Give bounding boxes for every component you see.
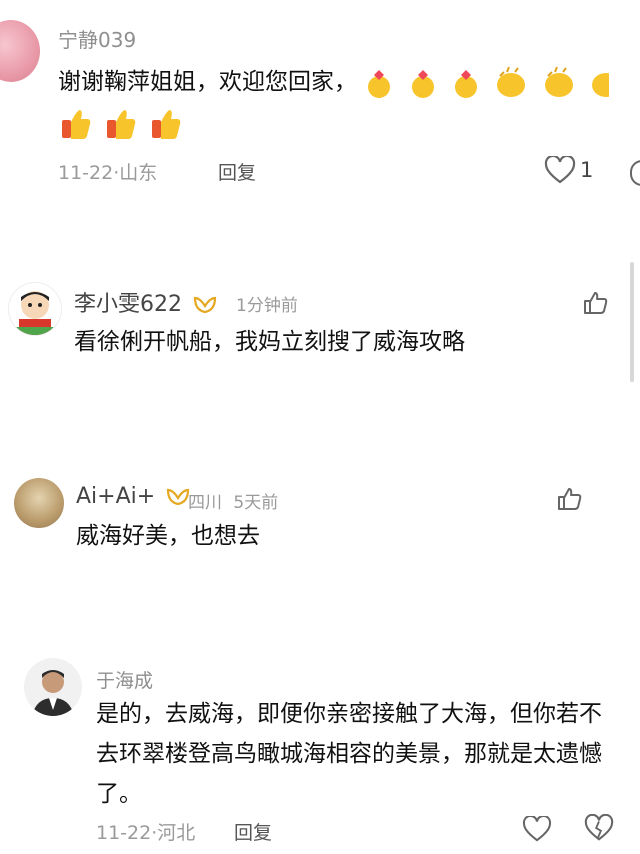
comment-meta: 11-22·山东 bbox=[58, 162, 158, 184]
comment-meta: 四川 5天前 bbox=[188, 488, 278, 513]
badge-icon bbox=[167, 488, 190, 506]
scrollbar[interactable] bbox=[630, 262, 634, 382]
clap-icon bbox=[544, 66, 573, 97]
broken-heart-icon bbox=[584, 813, 614, 841]
comment-3: Ai+Ai+ 四川 5天前 威海好美，也想去 bbox=[0, 470, 640, 580]
cartoon-avatar-icon bbox=[9, 291, 61, 335]
thumb-up-icon bbox=[584, 292, 608, 314]
heart-hands-icon bbox=[454, 69, 477, 98]
user-name[interactable]: 于海成 bbox=[96, 666, 153, 693]
comment-location: 河北 bbox=[157, 822, 196, 844]
comment-text: 威海好美，也想去 bbox=[76, 523, 260, 549]
heart-icon bbox=[522, 814, 552, 842]
comment-text-line1: 是的，去威海，即便你亲密接触了大海，但你若不 bbox=[96, 701, 602, 727]
like-button[interactable] bbox=[556, 486, 582, 516]
comment-text: 谢谢鞠萍姐姐，欢迎您回家， bbox=[58, 62, 640, 102]
comment-time: 1分钟前 bbox=[236, 296, 298, 316]
comment-2: 李小雯622 1分钟前 看徐俐开帆船，我妈立刻搜了威海攻略 bbox=[0, 270, 640, 380]
dislike-icon[interactable] bbox=[630, 160, 640, 186]
comment-date: 11-22 bbox=[58, 162, 114, 184]
comment-location: 山东 bbox=[119, 162, 158, 184]
thumbs-up-icon bbox=[62, 110, 91, 139]
clap-icon bbox=[497, 66, 526, 97]
avatar[interactable] bbox=[24, 658, 82, 716]
comment-4: 于海成 是的，去威海，即便你亲密接触了大海，但你若不 去环翠楼登高鸟瞰城海相容的… bbox=[0, 650, 640, 854]
thumbs-up-icon bbox=[152, 110, 181, 139]
reply-button[interactable]: 回复 bbox=[218, 158, 256, 185]
comment-date: 11-22 bbox=[96, 822, 152, 844]
like-count: 1 bbox=[580, 158, 594, 182]
heart-hands-icon bbox=[411, 69, 434, 98]
reply-button[interactable]: 回复 bbox=[234, 818, 272, 845]
comment-meta: 11-22·河北 bbox=[96, 822, 196, 844]
thumb-up-icon bbox=[558, 488, 582, 510]
emoji-row-1 bbox=[364, 66, 615, 98]
comment-text-line3: 了。 bbox=[96, 781, 142, 807]
comment-text-line2: 去环翠楼登高鸟瞰城海相容的美景，那就是太遗憾 bbox=[96, 741, 602, 767]
thumbs-up-icon bbox=[107, 110, 136, 139]
avatar[interactable] bbox=[8, 282, 62, 336]
avatar[interactable] bbox=[14, 478, 64, 528]
like-button[interactable] bbox=[544, 154, 576, 188]
clap-icon bbox=[591, 72, 609, 97]
person-photo-icon bbox=[32, 670, 74, 716]
comment-1: 宁静039 谢谢鞠萍姐姐，欢迎您回家， 11-22·山东 回复 1 bbox=[0, 0, 640, 200]
user-name[interactable]: 宁静039 bbox=[58, 24, 136, 53]
comment-text: 是的，去威海，即便你亲密接触了大海，但你若不 去环翠楼登高鸟瞰城海相容的美景，那… bbox=[96, 694, 636, 814]
heart-icon bbox=[544, 154, 576, 184]
user-name[interactable]: 李小雯622 bbox=[74, 286, 217, 318]
dislike-button[interactable] bbox=[584, 813, 614, 846]
like-button[interactable] bbox=[522, 814, 552, 846]
like-button[interactable] bbox=[582, 290, 608, 320]
comment-text: 看徐俐开帆船，我妈立刻搜了威海攻略 bbox=[74, 329, 465, 355]
comment-location: 四川 bbox=[188, 493, 222, 513]
emoji-row-2 bbox=[58, 106, 188, 142]
user-name[interactable]: Ai+Ai+ bbox=[76, 484, 190, 509]
badge-icon bbox=[193, 296, 217, 314]
avatar[interactable] bbox=[0, 20, 40, 82]
comment-time: 5天前 bbox=[233, 493, 279, 513]
heart-hands-icon bbox=[368, 69, 391, 98]
comment-text-line1: 谢谢鞠萍姐姐，欢迎您回家， bbox=[58, 69, 357, 95]
